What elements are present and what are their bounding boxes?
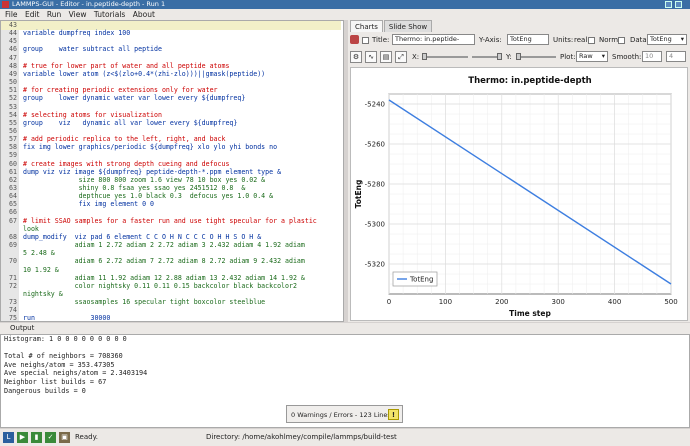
y-tick-label: -5300 [365,221,385,229]
tab-slide-show[interactable]: Slide Show [383,20,433,32]
title-checkbox[interactable] [362,37,369,44]
warnings-box[interactable]: 0 Warnings / Errors - 123 Lines ! [286,405,403,423]
output-line: Ave neighs/atom = 353.47305 [4,360,115,369]
yaxis-input[interactable]: TotEng [507,34,549,45]
menu-bar: File Edit Run View Tutorials About [0,9,690,20]
units-value: real [574,36,588,44]
run-icon[interactable]: ▶ [17,432,28,443]
plot-select[interactable]: Raw ▾ [576,51,608,62]
x-range-slider-max[interactable] [472,53,502,60]
variables-icon[interactable]: ▮ [31,432,42,443]
x-range-label: X: [412,53,420,61]
code-text: run 30000 [23,314,111,322]
x-tick-label: 0 [387,298,391,306]
menu-tutorials[interactable]: Tutorials [94,10,125,19]
warning-icon[interactable]: ! [388,409,399,420]
menu-run[interactable]: Run [47,10,61,19]
charts-panel: Charts Slide Show Title: Thermo: in.pepti… [348,20,690,322]
x-tick-label: 500 [664,298,677,306]
chart-title: Thermo: in.peptide-depth [468,76,591,86]
data-select[interactable]: TotEng ▾ [647,34,687,45]
code-editor[interactable]: 43 44 variable dumpfreq index 100 45 46 group… [0,20,344,322]
output-line: Dangerous builds = 0 [4,386,86,395]
window-title: LAMMPS-GUI - Editor - in.peptide-depth -… [12,0,166,8]
smooth-order-spin[interactable]: 4 [666,51,686,62]
export-icon[interactable]: ⚙ [350,51,362,63]
chart-window-icon [350,35,359,44]
title-label: Title: [372,36,390,44]
menu-about[interactable]: About [133,10,155,19]
bar-chart-icon[interactable]: ▤ [380,51,392,63]
menu-view[interactable]: View [69,10,87,19]
code-line[interactable]: 75 run 30000 [1,314,341,322]
lammps-icon: L [3,432,14,443]
output-line: Neighbor list builds = 67 [4,377,107,386]
x-range-slider[interactable] [422,53,468,60]
smooth-window-spin[interactable]: 10 [642,51,662,62]
warnings-text: 0 Warnings / Errors - 123 Lines [291,411,391,419]
legend-entry: TotEng [409,276,433,284]
title-input[interactable]: Thermo: in.peptide-depth [392,34,475,45]
tab-charts[interactable]: Charts [350,20,383,32]
status-text: Ready. [75,433,98,441]
image-icon[interactable]: ▣ [59,432,70,443]
y-range-slider[interactable] [516,53,556,60]
norm-checkbox[interactable] [618,37,625,44]
y-axis-label: TotEng [354,180,363,209]
smooth-label: Smooth: [612,53,642,61]
output-line: Histogram: 1 0 0 0 0 0 0 0 0 0 [4,335,127,343]
x-axis-label: Time step [509,309,551,318]
output-line: Ave special neighs/atom = 2.3403194 [4,369,148,378]
output-label: Output [10,324,35,332]
app-icon [2,1,9,8]
plot-area[interactable]: 0 100 200 300 400 500 -5240 -5260 -5280 -5300 -532… [350,67,688,321]
line-chart-icon[interactable]: ∿ [365,51,377,63]
title-bar: LAMMPS-GUI - Editor - in.peptide-depth -… [0,0,690,9]
y-range-label: Y: [506,53,512,61]
close-button[interactable] [675,1,682,8]
units-label: Units: [553,36,574,44]
units-checkbox[interactable] [588,37,595,44]
x-tick-label: 300 [552,298,565,306]
status-bar: L ▶ ▮ ✓ ▣ Ready. Directory: /home/akohlm… [0,429,690,446]
chevron-down-icon: ▾ [601,52,605,60]
y-tick-label: -5280 [365,181,385,189]
chevron-down-icon: ▾ [680,35,684,43]
x-tick-label: 400 [608,298,621,306]
x-tick-label: 100 [439,298,452,306]
menu-file[interactable]: File [5,10,18,19]
preferences-icon[interactable]: ✓ [45,432,56,443]
y-tick-label: -5260 [365,141,385,149]
output-line: Total # of neighbors = 708360 [4,352,123,361]
output-header: Output [0,323,690,334]
line-chart: 0 100 200 300 400 500 -5240 -5260 -5280 -5300 -532… [354,76,678,318]
yaxis-label: Y-Axis: [479,36,502,44]
menu-edit[interactable]: Edit [25,10,40,19]
plot-label: Plot: [560,53,576,61]
directory-text: Directory: /home/akohlmey/compile/lammps… [206,433,397,441]
reset-zoom-icon[interactable]: ⤢ [395,51,407,63]
x-tick-label: 200 [495,298,508,306]
minimize-button[interactable] [665,1,672,8]
y-tick-label: -5320 [365,261,385,269]
line-number: 75 [9,314,17,322]
y-tick-label: -5240 [365,101,385,109]
